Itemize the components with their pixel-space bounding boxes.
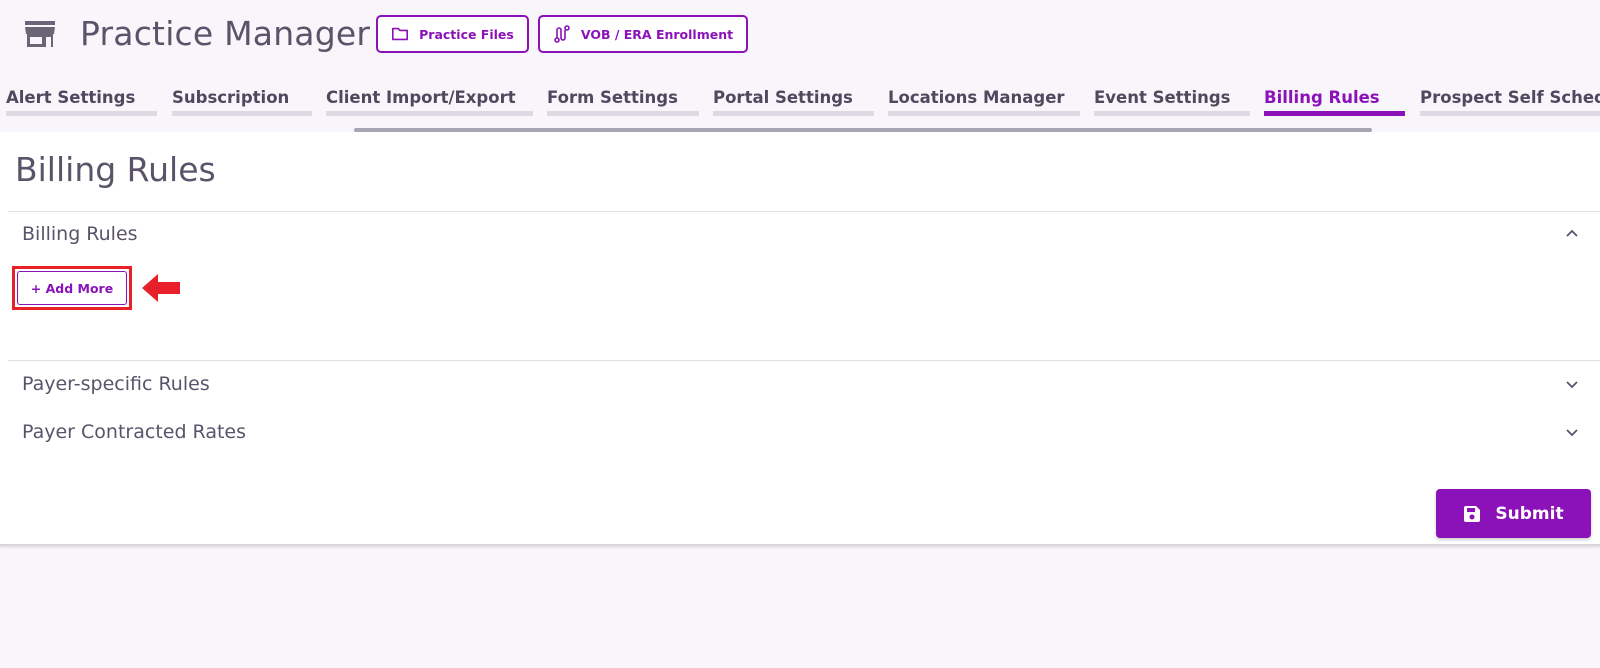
submit-label: Submit <box>1495 503 1564 524</box>
section-title: Payer-specific Rules <box>22 373 210 395</box>
tab-client-import-export[interactable]: Client Import/Export <box>326 84 533 116</box>
tab-form-settings[interactable]: Form Settings <box>547 84 699 116</box>
tab-event-settings[interactable]: Event Settings <box>1094 84 1250 116</box>
tab-alert-settings[interactable]: Alert Settings <box>6 84 157 116</box>
folder-icon <box>392 27 409 41</box>
settings-tab-bar: Alert Settings Subscription Client Impor… <box>0 84 1600 132</box>
tab-label: Portal Settings <box>713 88 853 107</box>
divider <box>8 211 1600 212</box>
tab-label: Form Settings <box>547 88 678 107</box>
section-billing-rules-header[interactable]: Billing Rules <box>22 219 1580 249</box>
add-more-highlight: + Add More <box>12 266 132 310</box>
tab-label: Locations Manager <box>888 88 1065 107</box>
tab-underline <box>713 111 874 116</box>
section-payer-specific-rules-header[interactable]: Payer-specific Rules <box>22 369 1580 399</box>
section-title: Payer Contracted Rates <box>22 421 247 443</box>
tab-underline <box>1264 111 1405 116</box>
submit-button[interactable]: Submit <box>1436 489 1591 538</box>
add-more-button[interactable]: + Add More <box>17 271 127 305</box>
save-icon <box>1464 505 1481 522</box>
app-title: Practice Manager <box>80 14 371 53</box>
store-icon <box>25 21 55 47</box>
tab-label: Billing Rules <box>1264 88 1380 107</box>
tab-label: Prospect Self Schedule <box>1420 88 1600 107</box>
tab-billing-rules[interactable]: Billing Rules <box>1264 84 1405 116</box>
tab-underline <box>1094 111 1250 116</box>
tab-underline <box>172 111 312 116</box>
route-icon <box>554 25 570 43</box>
vob-era-label: VOB / ERA Enrollment <box>580 26 734 42</box>
practice-files-label: Practice Files <box>419 26 514 42</box>
chevron-down-icon[interactable] <box>1564 424 1580 440</box>
divider <box>8 360 1600 361</box>
practice-files-button[interactable]: Practice Files <box>376 15 529 53</box>
tab-underline <box>326 111 533 116</box>
tab-subscription[interactable]: Subscription <box>172 84 312 116</box>
tab-underline <box>547 111 699 116</box>
red-arrow-pointer-icon <box>142 274 180 302</box>
tab-label: Subscription <box>172 88 290 107</box>
tab-locations-manager[interactable]: Locations Manager <box>888 84 1080 116</box>
section-title: Billing Rules <box>22 223 138 245</box>
section-payer-contracted-rates-header[interactable]: Payer Contracted Rates <box>22 417 1580 447</box>
chevron-up-icon[interactable] <box>1564 226 1580 242</box>
tab-prospect-self-schedule[interactable]: Prospect Self Schedule <box>1420 84 1600 116</box>
chevron-down-icon[interactable] <box>1564 376 1580 392</box>
tab-portal-settings[interactable]: Portal Settings <box>713 84 874 116</box>
vob-era-enrollment-button[interactable]: VOB / ERA Enrollment <box>538 15 748 53</box>
tab-label: Client Import/Export <box>326 88 516 107</box>
tab-underline <box>1420 111 1600 116</box>
tab-underline <box>888 111 1080 116</box>
tab-label: Event Settings <box>1094 88 1231 107</box>
billing-rules-panel: Billing Rules Billing Rules + Add More P… <box>0 132 1600 546</box>
app-header: Practice Manager Practice Files VOB / ER… <box>0 0 1600 70</box>
tab-label: Alert Settings <box>6 88 136 107</box>
tab-underline <box>6 111 157 116</box>
page-title: Billing Rules <box>15 150 216 189</box>
